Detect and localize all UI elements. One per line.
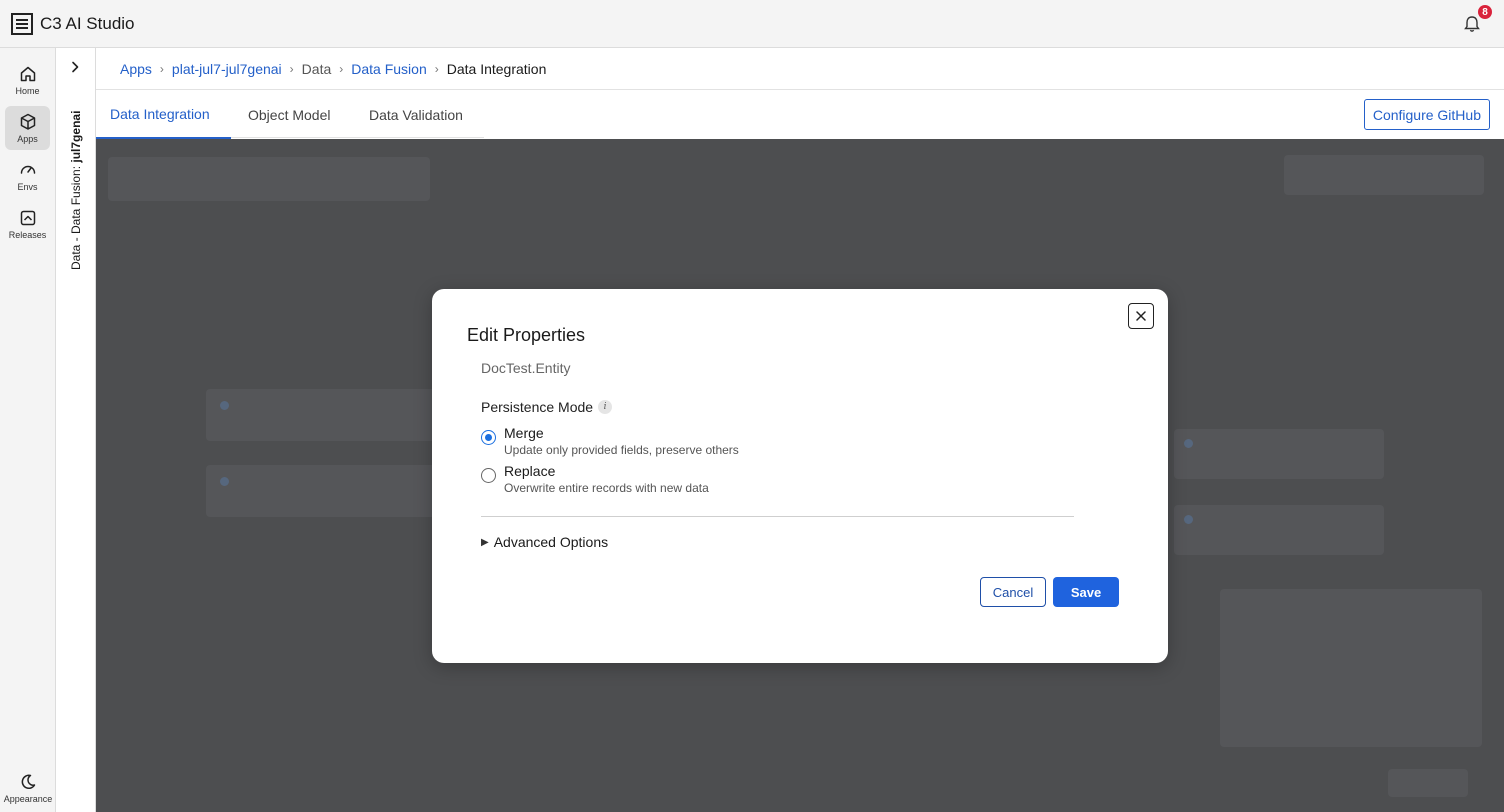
rail-label-releases: Releases [8, 229, 47, 240]
notification-bell-icon[interactable] [1462, 14, 1482, 34]
tab-data-validation[interactable]: Data Validation [369, 90, 463, 139]
chevron-right-icon[interactable] [68, 60, 82, 74]
rail-label-envs: Envs [17, 181, 38, 192]
canvas-zoom-ghost [1388, 769, 1468, 797]
entity-name: DocTest.Entity [481, 360, 571, 376]
notification-badge: 8 [1478, 5, 1492, 19]
merge-title: Merge [504, 425, 544, 441]
breadcrumb-data-fusion[interactable]: Data Fusion [351, 61, 426, 77]
configure-github-button[interactable]: Configure GitHub [1363, 99, 1490, 130]
radio-option-replace[interactable]: Replace Overwrite entire records with ne… [481, 463, 709, 495]
persistence-mode-label: Persistence Mode i [481, 399, 613, 415]
home-icon [20, 66, 35, 81]
merge-description: Update only provided fields, preserve ot… [504, 443, 739, 457]
divider [481, 516, 1074, 517]
gauge-icon [20, 165, 35, 174]
rail-label-apps: Apps [17, 133, 38, 144]
breadcrumb-data: Data [301, 60, 332, 77]
breadcrumb-apps[interactable]: Apps [120, 61, 152, 77]
tab-bar: Data Integration Object Model Data Valid… [96, 90, 1504, 139]
canvas-node-dot [1184, 515, 1193, 524]
top-bar: C3 AI Studio 8 [0, 0, 1504, 48]
replace-description: Overwrite entire records with new data [504, 481, 709, 495]
breadcrumb-separator-icon: › [339, 61, 344, 76]
breadcrumb-current: Data Integration [446, 60, 547, 77]
close-icon [1136, 311, 1146, 321]
rail-label-home: Home [15, 85, 40, 96]
canvas-node-ghost [206, 389, 436, 441]
canvas-actions-ghost [1284, 155, 1484, 195]
info-icon[interactable]: i [598, 400, 613, 414]
cube-icon [20, 113, 35, 130]
rail-item-envs[interactable]: Envs [5, 154, 50, 198]
tab-object-model[interactable]: Object Model [248, 90, 330, 139]
canvas-node-dot [220, 477, 229, 486]
replace-title: Replace [504, 463, 556, 479]
save-button[interactable]: Save [1053, 577, 1119, 607]
canvas-node-ghost [1174, 505, 1384, 555]
c3-logo-icon[interactable] [11, 12, 33, 35]
merge-radio[interactable] [481, 430, 496, 445]
canvas-toolbar-ghost [108, 157, 430, 201]
app-title: C3 AI Studio [40, 13, 135, 33]
context-name: jul7genai [69, 110, 83, 163]
breadcrumb-separator-icon: › [434, 61, 439, 76]
context-prefix: Data - Data Fusion: [69, 165, 83, 270]
radio-option-merge[interactable]: Merge Update only provided fields, prese… [481, 425, 739, 457]
close-button[interactable] [1128, 303, 1154, 329]
rail-item-appearance[interactable]: Appearance [0, 766, 56, 810]
rail-item-apps[interactable]: Apps [5, 106, 50, 150]
breadcrumb-separator-icon: › [289, 61, 294, 76]
moon-icon [21, 774, 36, 789]
edit-properties-modal: Edit Properties DocTest.Entity Persisten… [432, 289, 1168, 663]
advanced-options-toggle[interactable]: ▶ Advanced Options [481, 534, 608, 550]
rail-item-releases[interactable]: Releases [5, 202, 50, 246]
merge-text: Merge Update only provided fields, prese… [504, 425, 739, 457]
breadcrumb: Apps › plat-jul7-jul7genai › Data › Data… [96, 48, 1504, 90]
caret-right-icon: ▶ [481, 536, 489, 548]
canvas-node-ghost [206, 465, 436, 517]
tab-data-integration[interactable]: Data Integration [96, 90, 231, 139]
breadcrumb-app[interactable]: plat-jul7-jul7genai [172, 61, 282, 77]
cancel-button[interactable]: Cancel [980, 577, 1046, 607]
rail-label-appearance: Appearance [3, 793, 53, 804]
releases-icon [20, 210, 35, 225]
replace-text: Replace Overwrite entire records with ne… [504, 463, 709, 495]
canvas-node-dot [220, 401, 229, 410]
left-nav-rail: Home Apps Envs Releases Appearance [0, 48, 56, 812]
modal-title: Edit Properties [467, 325, 586, 345]
advanced-options-label: Advanced Options [493, 534, 609, 550]
replace-radio[interactable] [481, 468, 496, 483]
persistence-mode-text: Persistence Mode [481, 399, 594, 415]
canvas-panel-ghost [1220, 589, 1482, 747]
rail-item-home[interactable]: Home [5, 58, 50, 102]
breadcrumb-separator-icon: › [159, 61, 164, 76]
canvas-node-dot [1184, 439, 1193, 448]
context-vertical-label: Data - Data Fusion: jul7genai [69, 111, 83, 270]
canvas-node-ghost [1174, 429, 1384, 479]
